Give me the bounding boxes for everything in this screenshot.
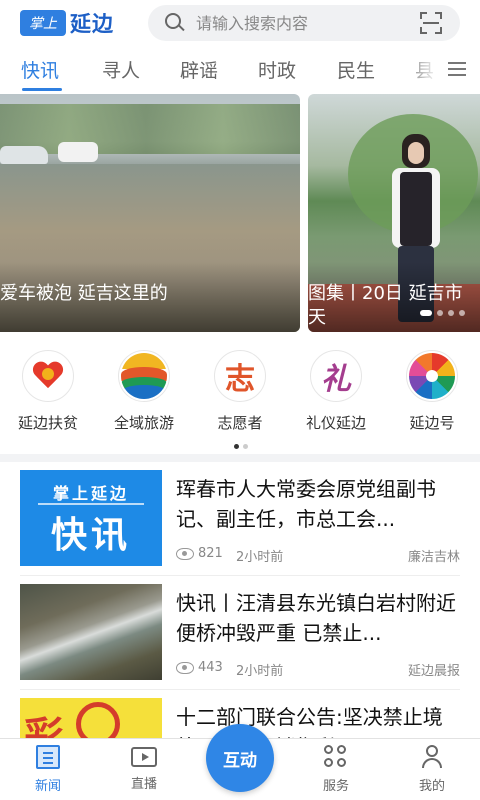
news-icon [36,745,60,769]
quick-item-tourism[interactable]: 全域旅游 [96,350,192,433]
pagination-dot [243,444,248,449]
quick-item-label: 延边扶贫 [17,414,78,432]
quick-item-yanbianhao[interactable]: 延边号 [384,350,480,433]
interact-button[interactable]: 互动 [206,724,274,792]
car-image [58,142,98,162]
section-divider [0,454,480,462]
heart-icon [33,362,63,390]
pagination-dot [437,310,443,316]
logo-text: 延边 [70,12,114,36]
nav-live[interactable]: 直播 [104,745,184,792]
quick-item-label: 全域旅游 [113,414,174,432]
news-item[interactable]: 掌上延边 快讯 珲春市人大常委会原党组副书记、副主任，市总工会... 821 2… [20,462,460,576]
nav-service[interactable]: 服务 [296,745,376,794]
news-source: 廉洁吉林 [407,550,460,565]
publish-time: 2小时前 [236,550,284,565]
news-item[interactable]: 快讯丨汪清县东光镇白岩村附近便桥冲毁严重 已禁止... 443 2小时前 延边晨… [20,576,460,690]
pagination-dot [448,310,454,316]
app-logo[interactable]: 掌上 延边 [20,9,114,37]
news-title: 珲春市人大常委会原党组副书记、副主任，市总工会... [176,477,436,531]
nav-me[interactable]: 我的 [392,745,472,794]
news-thumbnail [20,584,162,680]
news-list: 掌上延边 快讯 珲春市人大常委会原党组副书记、副主任，市总工会... 821 2… [0,462,480,738]
banner-pagination [420,310,465,316]
pagination-dot [459,310,465,316]
scan-icon[interactable] [420,12,442,34]
banner-slide-gallery[interactable]: 图集丨20日 延吉市 天 [308,94,480,332]
logo-badge: 掌上 [20,10,66,36]
banner-caption: 爱车被泡 延吉这里的 [0,283,168,304]
nav-label: 我的 [418,779,445,794]
quick-item-label: 延边号 [409,414,455,432]
tab-kuaixun[interactable]: 快讯 [21,56,59,83]
quick-item-label: 礼仪延边 [305,414,366,432]
live-icon [131,747,157,767]
news-thumbnail: 掌上延边 快讯 [20,470,162,566]
pagination-dot [420,310,432,316]
quick-item-poverty[interactable]: 延边扶贫 [0,350,96,433]
pinwheel-icon [409,353,455,399]
banner-caption: 图集丨20日 延吉市 天 [308,283,463,328]
nav-label: 直播 [130,777,157,792]
car-image [0,146,48,164]
publish-time: 2小时前 [236,664,284,679]
nav-news[interactable]: 新闻 [8,745,88,794]
profile-icon [420,745,444,769]
news-thumbnail: 彩 [20,698,162,738]
nav-label: 新闻 [34,779,61,794]
app-header: 掌上 延边 [0,0,480,48]
etiquette-icon: 礼 [321,362,351,397]
view-count: 821 [198,546,223,561]
service-icon [324,745,348,769]
news-source: 延边晨报 [407,664,460,679]
tab-piyao[interactable]: 辟谣 [180,56,218,83]
search-icon [164,12,186,34]
quick-item-etiquette[interactable]: 礼 礼仪延边 [288,350,384,433]
quick-access-grid: 延边扶贫 全域旅游 志 志愿者 礼 礼仪延边 延边号 [0,336,480,456]
eye-icon [176,548,194,560]
view-count: 443 [198,660,223,675]
tab-shizheng[interactable]: 时政 [258,56,296,83]
active-tab-indicator [22,88,62,91]
pagination-dot [234,444,239,449]
tab-xunren[interactable]: 寻人 [102,56,140,83]
quick-item-volunteer[interactable]: 志 志愿者 [192,350,288,433]
news-title: 快讯丨汪清县东光镇白岩村附近便桥冲毁严重 已禁止... [176,591,456,645]
tabs-fade [412,48,480,92]
search-input[interactable] [196,13,420,33]
channel-tabs: 快讯 寻人 辟谣 时政 民生 县 [0,48,480,92]
banner-slide-flood[interactable]: 爱车被泡 延吉这里的 [0,94,300,332]
eye-icon [176,662,194,674]
search-bar[interactable] [148,5,460,41]
nav-label: 服务 [322,779,349,794]
tab-minsheng[interactable]: 民生 [337,56,375,83]
news-meta: 443 2小时前 延边晨报 [176,660,460,679]
menu-icon[interactable] [448,62,466,76]
quick-item-label: 志愿者 [217,414,263,432]
banner-carousel[interactable]: 爱车被泡 延吉这里的 图集丨20日 延吉市 天 [0,94,480,334]
news-meta: 821 2小时前 廉洁吉林 [176,546,460,565]
quick-access-pagination [234,444,248,449]
tourism-icon [121,353,167,399]
volunteer-icon: 志 [225,362,255,397]
